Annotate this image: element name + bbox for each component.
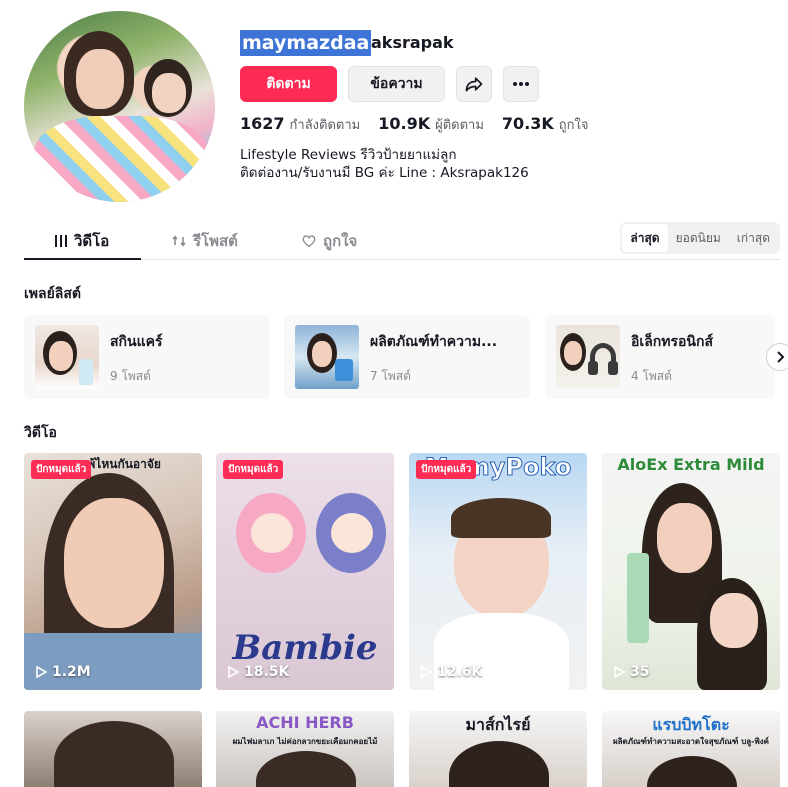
profile-username: maymazdaa [240, 30, 372, 56]
pinned-badge: ปักหมุดแล้ว [31, 460, 92, 479]
play-icon [614, 666, 625, 678]
pinned-badge: ปักหมุดแล้ว [223, 460, 284, 479]
playlist-count: 4 โพสต์ [631, 369, 672, 383]
more-icon [513, 82, 529, 86]
tab-videos[interactable]: วิดีโอ [54, 222, 109, 260]
video-caption: AloEx Extra Mild [617, 455, 765, 474]
playlist-thumbnail [556, 325, 620, 389]
playlist-card[interactable]: อิเล็กทรอนิกส์ 4 โพสต์ [545, 315, 775, 399]
play-icon [421, 666, 432, 678]
profile-nickname: aksrapak [371, 33, 454, 52]
video-views: 12.6K [421, 664, 482, 680]
tab-reposts[interactable]: รีโพสต์ [171, 222, 238, 260]
profile-tabs: วิดีโอ รีโพสต์ ถูกใจ ล่าสุด ยอดนิยม เก่า… [24, 222, 780, 260]
video-subcaption: ผลิตภัณฑ์ทำความสะอาดใจสุขภัณฑ์ บลู-พิงค์ [612, 737, 770, 746]
playlist-next-button[interactable] [766, 343, 788, 371]
bio-line: ติดต่องาน/รับงานมี BG ค่ะ Line : Aksrapa… [240, 165, 529, 181]
share-icon [465, 77, 483, 92]
video-caption: ACHI HERB [256, 713, 354, 732]
video-card[interactable] [24, 711, 202, 787]
play-icon [36, 666, 47, 678]
sort-toggle: ล่าสุด ยอดนิยม เก่าสุด [620, 222, 780, 254]
playlists-title: เพลย์ลิสต์ [24, 286, 82, 302]
profile-stats: 1627 กำลังติดตาม 10.9K ผู้ติดตาม 70.3K ถูกใ… [240, 114, 589, 135]
playlist-name: สกินแคร์ [110, 334, 163, 350]
playlist-card[interactable]: ผลิตภัณฑ์ทำความ... 7 โพสต์ [284, 315, 530, 399]
video-card[interactable]: MamyPoko ปักหมุดแล้ว 12.6K [409, 453, 587, 690]
playlist-count: 7 โพสต์ [370, 369, 411, 383]
heart-icon [302, 235, 316, 248]
stat-likes: 70.3K ถูกใจ [501, 114, 589, 133]
video-caption: Bambie [232, 628, 378, 668]
video-views: 35 [614, 664, 649, 680]
profile-avatar[interactable] [24, 11, 215, 202]
video-caption: มาส์กไรย์ [465, 715, 531, 734]
repost-icon [172, 235, 186, 247]
pinned-badge: ปักหมุดแล้ว [416, 460, 477, 479]
sort-oldest[interactable]: เก่าสุด [729, 224, 778, 252]
playlist-thumbnail [295, 325, 359, 389]
videos-title: วิดีโอ [24, 425, 57, 441]
chevron-right-icon [777, 351, 785, 363]
video-card[interactable]: ACHI HERB ผมไฟมลาเก ไม่ค่อกลวกขยะเคือมกค… [216, 711, 394, 787]
stat-following[interactable]: 1627 กำลังติดตาม [240, 114, 360, 135]
follow-button[interactable]: ติดตาม [240, 66, 337, 102]
video-views: 18.5K [228, 664, 289, 680]
video-views: 1.2M [36, 664, 91, 680]
profile-bio: Lifestyle Reviews รีวิวป้ายยาแม่ลูก ติดต… [240, 146, 529, 182]
playlist-name: อิเล็กทรอนิกส์ [631, 334, 713, 350]
video-card[interactable]: Bambie ปักหมุดแล้ว 18.5K [216, 453, 394, 690]
more-button[interactable] [503, 66, 539, 102]
stat-followers[interactable]: 10.9K ผู้ติดตาม [378, 114, 484, 135]
bio-line: Lifestyle Reviews รีวิวป้ายยาแม่ลูก [240, 147, 457, 163]
video-card[interactable]: AloEx Extra Mild 35 [602, 453, 780, 690]
playlist-thumbnail [35, 325, 99, 389]
tab-liked[interactable]: ถูกใจ [301, 222, 357, 260]
playlist-count: 9 โพสต์ [110, 369, 151, 383]
playlist-name: ผลิตภัณฑ์ทำความ... [370, 334, 498, 350]
sort-latest[interactable]: ล่าสุด [622, 224, 668, 252]
sort-popular[interactable]: ยอดนิยม [668, 224, 729, 252]
video-card[interactable]: ลูกแพ้ไหนกันอาจัย ปักหมุดแล้ว 1.2M [24, 453, 202, 690]
play-icon [228, 666, 239, 678]
grid-icon [55, 235, 67, 247]
share-button[interactable] [456, 66, 492, 102]
message-button[interactable]: ข้อความ [348, 66, 445, 102]
playlist-card[interactable]: สกินแคร์ 9 โพสต์ [24, 315, 270, 399]
video-card[interactable]: มาส์กไรย์ [409, 711, 587, 787]
video-subcaption: ผมไฟมลาเก ไม่ค่อกลวกขยะเคือมกคอยไม้ [232, 737, 378, 746]
video-card[interactable]: แรบบิทโตะ ผลิตภัณฑ์ทำความสะอาดใจสุขภัณฑ์… [602, 711, 780, 787]
